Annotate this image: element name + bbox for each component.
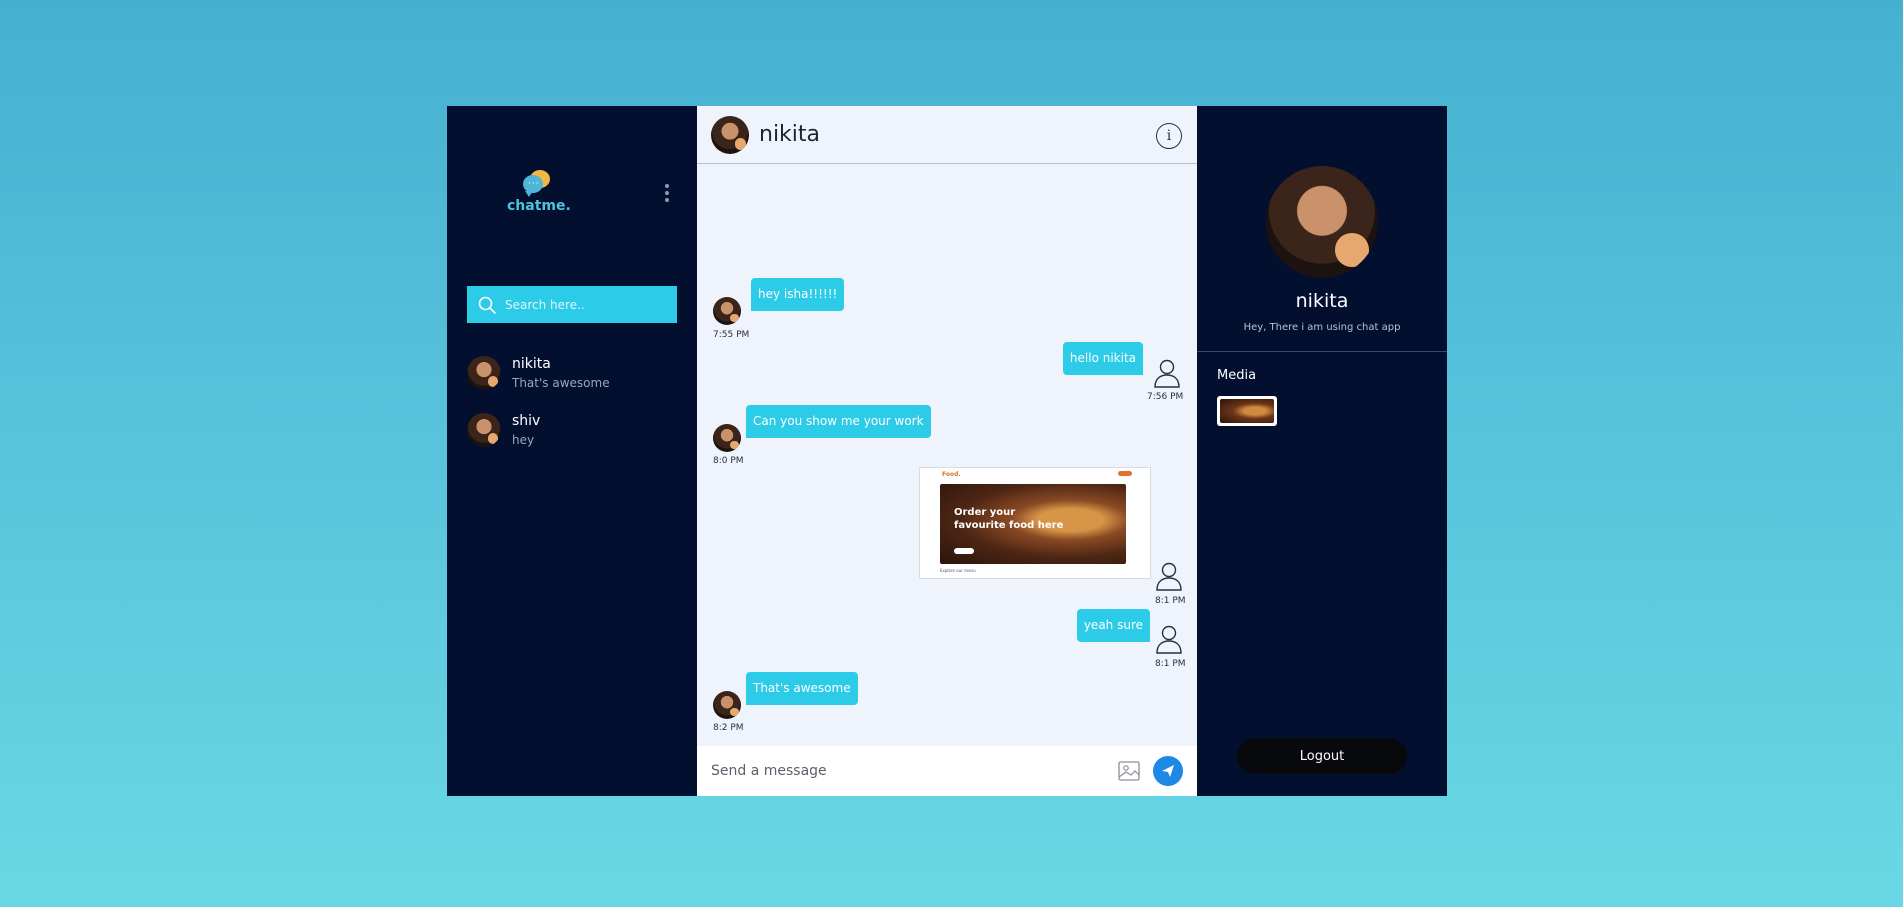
media-heading: Media [1217, 368, 1257, 383]
logout-button[interactable]: Logout [1237, 738, 1407, 774]
user-icon [1156, 562, 1182, 591]
avatar [713, 424, 741, 452]
message-time: 8:1 PM [1155, 659, 1186, 669]
contact-last-message: That's awesome [512, 376, 610, 390]
message-bubble-outgoing: yeah sure [1076, 609, 1150, 642]
message-time: 7:55 PM [713, 330, 750, 340]
image-attach-icon[interactable] [1117, 759, 1141, 783]
chat-bubbles-logo-icon: ··· [522, 170, 552, 197]
message-bubble-incoming: That's awesome [746, 672, 858, 705]
message-image-attachment[interactable]: Food. Order your favourite food here Exp… [919, 467, 1151, 579]
media-thumbnail[interactable] [1217, 396, 1277, 426]
message-time: 8:1 PM [1155, 596, 1186, 606]
message-bubble-outgoing: hello nikita [1062, 342, 1143, 375]
profile-panel: nikita Hey, There i am using chat app Me… [1197, 106, 1447, 796]
avatar [467, 413, 501, 447]
send-icon [1162, 765, 1174, 777]
avatar [713, 691, 741, 719]
profile-name: nikita [1295, 290, 1349, 312]
message-time: 8:2 PM [713, 723, 744, 733]
contact-last-message: hey [512, 433, 535, 447]
message-bubble-incoming: hey isha!!!!!! [751, 278, 845, 311]
search-icon[interactable] [477, 295, 497, 315]
user-icon [1154, 359, 1180, 388]
message-time: 7:56 PM [1147, 392, 1184, 402]
contact-name: shiv [512, 413, 541, 429]
image-hero: Order your favourite food here [940, 484, 1126, 564]
profile-avatar [1266, 166, 1378, 278]
avatar[interactable] [711, 115, 749, 154]
brand-name: chatme. [507, 198, 571, 214]
brand-logo: ··· chatme. [507, 170, 571, 214]
kebab-menu-icon[interactable] [664, 184, 670, 202]
message-input[interactable] [711, 763, 1091, 779]
contact-item-shiv[interactable]: shiv hey [467, 411, 677, 449]
chat-app-window: ··· chatme. nikita That's awesome shiv h… [447, 106, 1447, 796]
contact-name: nikita [512, 356, 551, 372]
contact-item-nikita[interactable]: nikita That's awesome [467, 354, 677, 392]
profile-status: Hey, There i am using chat app [1243, 322, 1401, 333]
contacts-sidebar: ··· chatme. nikita That's awesome shiv h… [447, 106, 697, 796]
message-composer [697, 746, 1197, 796]
divider [1197, 351, 1447, 352]
image-logo: Food. [942, 471, 961, 478]
search-input[interactable] [505, 297, 665, 312]
avatar [713, 297, 741, 325]
message-bubble-incoming: Can you show me your work [746, 405, 931, 438]
message-time: 8:0 PM [713, 456, 744, 466]
search-box [467, 286, 677, 323]
info-icon[interactable]: i [1156, 123, 1182, 149]
chat-header: nikita i [697, 106, 1197, 164]
send-button[interactable] [1153, 756, 1183, 786]
chat-panel: nikita i hey isha!!!!!! 7:55 PM hello ni… [697, 106, 1197, 796]
chat-contact-name: nikita [759, 122, 821, 147]
avatar [467, 356, 501, 390]
image-headline: Order your favourite food here [954, 507, 1064, 531]
user-icon [1156, 625, 1182, 654]
